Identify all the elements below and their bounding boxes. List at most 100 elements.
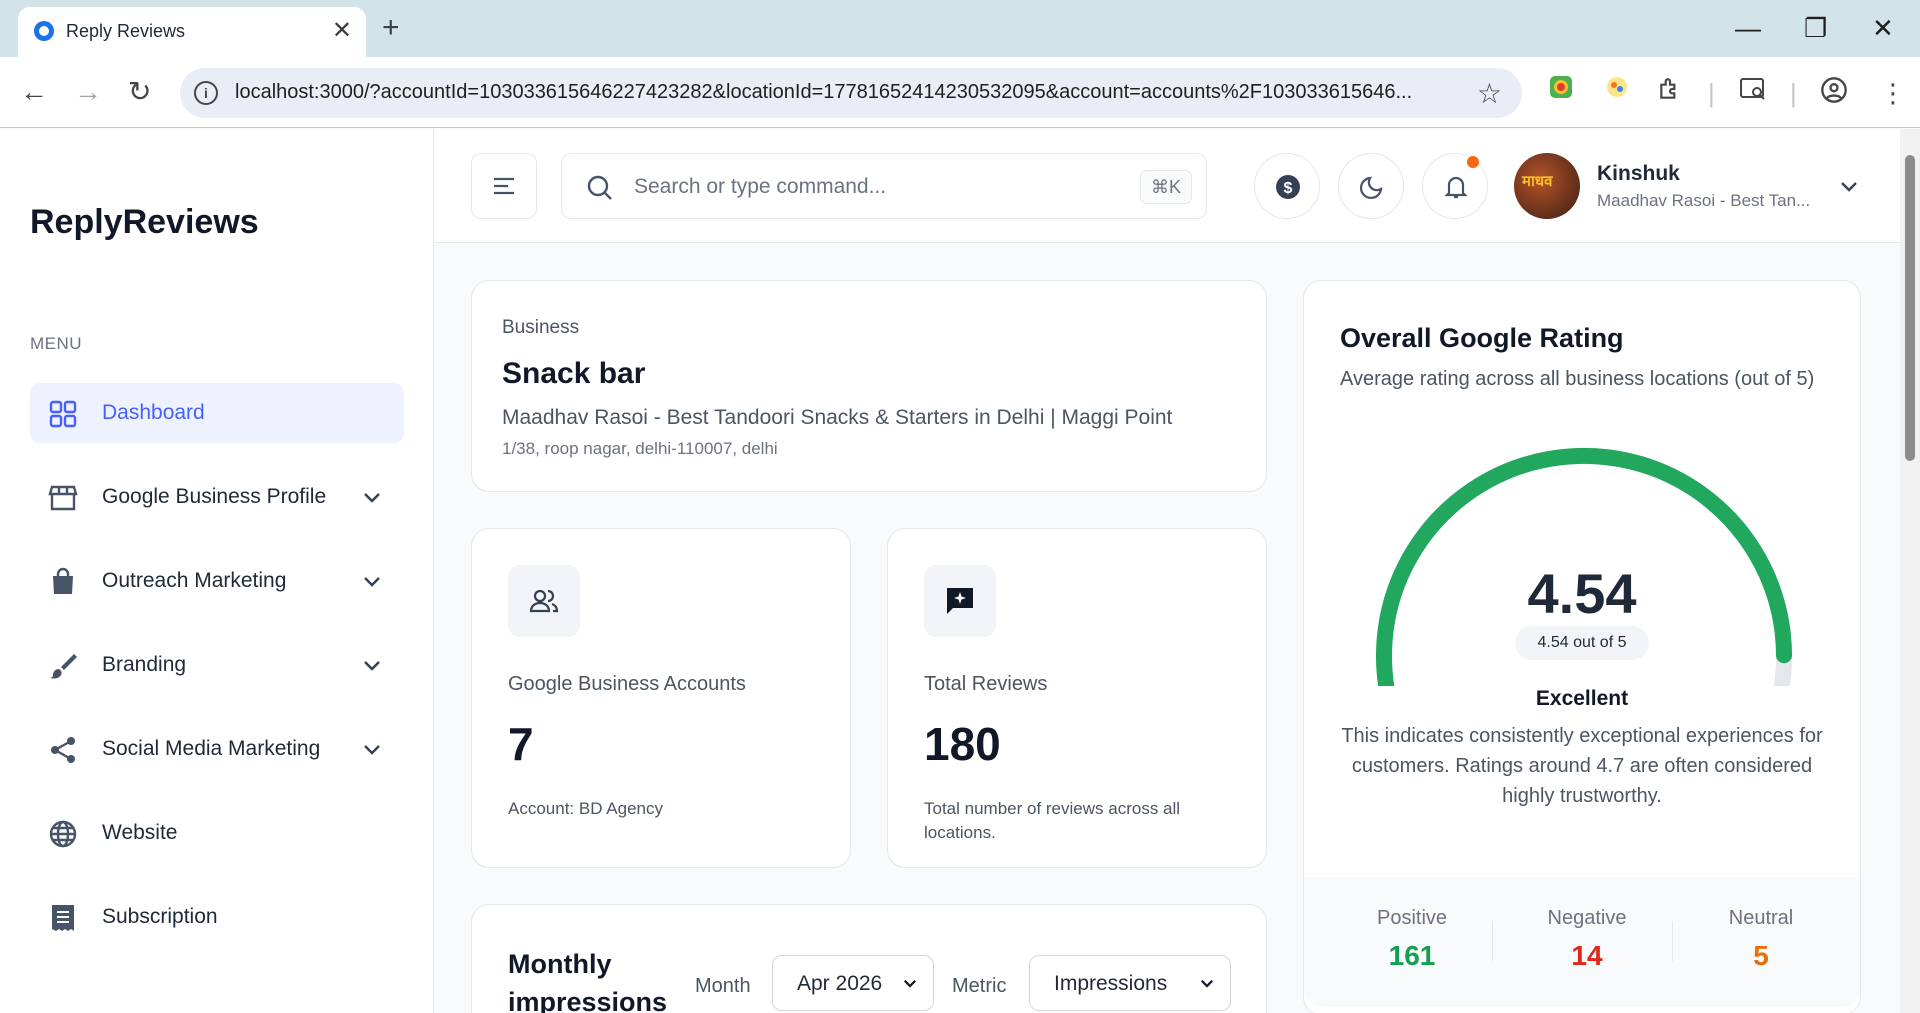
storefront-icon bbox=[48, 485, 78, 511]
extension-icon[interactable] bbox=[1548, 74, 1574, 108]
monthly-impressions-card: Monthly impressions Month Apr 2026 Metri… bbox=[471, 904, 1267, 1013]
stat-value: 7 bbox=[508, 718, 534, 770]
month-select-value: Apr 2026 bbox=[797, 972, 883, 995]
users-icon bbox=[529, 589, 559, 613]
negative-count: 14 bbox=[1571, 940, 1603, 971]
business-name: Maadhav Rasoi - Best Tandoori Snacks & S… bbox=[502, 406, 1173, 429]
business-label: Business bbox=[502, 317, 580, 338]
sidebar-item-label: Subscription bbox=[102, 905, 218, 928]
divider bbox=[1672, 921, 1673, 961]
sentiment-summary: Positive 161 Negative 14 Neutral 5 bbox=[1304, 877, 1860, 1007]
sidebar-item-website[interactable]: Website bbox=[30, 803, 404, 863]
brand-logo[interactable]: ReplyReviews bbox=[30, 203, 259, 242]
shopping-bag-icon bbox=[53, 567, 73, 594]
stat-value: 180 bbox=[924, 718, 1001, 770]
stat-icon-box bbox=[924, 565, 996, 637]
sidebar-item-outreach-marketing[interactable]: Outreach Marketing bbox=[30, 551, 404, 611]
sidebar-item-label: Social Media Marketing bbox=[102, 737, 321, 760]
business-card: Business Snack bar Maadhav Rasoi - Best … bbox=[471, 280, 1267, 492]
sidebar-item-label: Branding bbox=[102, 653, 187, 676]
globe-icon bbox=[49, 820, 77, 848]
url-text[interactable]: localhost:3000/?accountId=10303361564622… bbox=[235, 81, 1455, 104]
month-select[interactable]: Apr 2026 bbox=[772, 955, 934, 1011]
business-type: Snack bar bbox=[502, 357, 646, 390]
neutral-label: Neutral bbox=[1728, 907, 1794, 929]
notification-dot bbox=[1467, 156, 1479, 168]
search-box[interactable]: ⌘K bbox=[561, 153, 1207, 219]
app-header: ⌘K $ माधव Kinshuk Maadhav Rasoi - Best T… bbox=[435, 129, 1900, 243]
back-icon[interactable]: ← bbox=[20, 75, 48, 109]
address-bar[interactable]: i localhost:3000/?accountId=103033615646… bbox=[180, 68, 1522, 118]
dollar-icon: $ bbox=[1276, 175, 1300, 199]
sidebar: ReplyReviews MENU Dashboard Google Busin… bbox=[0, 129, 434, 1013]
chevron-down-icon[interactable] bbox=[1837, 174, 1861, 198]
sidebar-item-label: Outreach Marketing bbox=[102, 569, 287, 592]
sidebar-item-label: Dashboard bbox=[102, 401, 205, 424]
month-label: Month bbox=[695, 975, 751, 997]
chevron-down-icon bbox=[364, 661, 380, 671]
sidebar-item-social-media-marketing[interactable]: Social Media Marketing bbox=[30, 719, 404, 779]
sidebar-item-google-business-profile[interactable]: Google Business Profile bbox=[30, 467, 404, 527]
chevron-down-icon bbox=[364, 493, 380, 503]
metric-select-value: Impressions bbox=[1054, 972, 1168, 995]
avatar[interactable]: माधव bbox=[1514, 153, 1580, 219]
divider bbox=[1492, 921, 1493, 961]
shortcut-hint: ⌘K bbox=[1139, 170, 1192, 204]
browser-menu-icon[interactable]: ⋮ bbox=[1880, 76, 1906, 110]
site-info-icon[interactable]: i bbox=[194, 81, 218, 105]
reload-icon[interactable]: ↻ bbox=[128, 75, 151, 109]
scrollbar-thumb[interactable] bbox=[1905, 155, 1915, 461]
favicon-icon bbox=[34, 21, 54, 41]
metric-select[interactable]: Impressions bbox=[1029, 955, 1231, 1011]
page-scrollbar[interactable] bbox=[1900, 129, 1920, 1013]
profile-icon[interactable] bbox=[1820, 76, 1848, 112]
rating-title: Overall Google Rating bbox=[1340, 323, 1624, 353]
notifications-button[interactable] bbox=[1422, 153, 1488, 219]
rating-description: This indicates consistently exceptional … bbox=[1341, 725, 1823, 807]
browser-toolbar: ← → ↻ i localhost:3000/?accountId=103033… bbox=[0, 57, 1920, 128]
rating-subtitle: Average rating across all business locat… bbox=[1340, 368, 1815, 390]
rating-badge: 4.54 out of 5 bbox=[1515, 626, 1649, 660]
bookmark-star-icon[interactable]: ☆ bbox=[1477, 77, 1502, 110]
restore-icon[interactable]: ❐ bbox=[1804, 10, 1827, 46]
google-accounts-card: Google Business Accounts 7 Account: BD A… bbox=[471, 528, 851, 868]
sidebar-item-subscription[interactable]: Subscription bbox=[30, 887, 404, 947]
stat-sub: Account: BD Agency bbox=[508, 799, 663, 818]
forward-icon[interactable]: → bbox=[74, 75, 102, 109]
new-tab-icon[interactable]: + bbox=[382, 10, 400, 46]
overall-rating-card: Overall Google Rating Average rating acr… bbox=[1303, 280, 1861, 1013]
chevron-down-icon bbox=[364, 745, 380, 755]
grid-icon bbox=[49, 400, 77, 428]
positive-label: Positive bbox=[1376, 907, 1448, 929]
rating-verdict: Excellent bbox=[1535, 687, 1629, 710]
minimize-icon[interactable]: — bbox=[1735, 10, 1761, 46]
neutral-count: 5 bbox=[1753, 940, 1769, 971]
search-icon bbox=[587, 175, 612, 200]
share-icon bbox=[51, 737, 75, 763]
sidebar-item-label: Website bbox=[102, 821, 178, 844]
tab-search-icon[interactable] bbox=[1739, 76, 1767, 110]
chevron-down-icon bbox=[1200, 979, 1214, 988]
puzzle-icon[interactable] bbox=[1657, 76, 1683, 110]
svg-text:$: $ bbox=[1284, 180, 1293, 197]
close-tab-icon[interactable]: ✕ bbox=[332, 16, 352, 46]
menu-toggle-button[interactable] bbox=[471, 153, 537, 219]
extension-icon[interactable] bbox=[1604, 74, 1630, 108]
browser-tab[interactable]: Reply Reviews ✕ bbox=[18, 7, 366, 57]
sidebar-item-branding[interactable]: Branding bbox=[30, 635, 404, 695]
positive-count: 161 bbox=[1388, 940, 1436, 971]
sidebar-item-dashboard[interactable]: Dashboard bbox=[30, 383, 404, 443]
review-chat-icon bbox=[947, 588, 973, 614]
theme-toggle-button[interactable] bbox=[1338, 153, 1404, 219]
user-location: Maadhav Rasoi - Best Tan... bbox=[1597, 191, 1811, 210]
close-window-icon[interactable]: ✕ bbox=[1872, 10, 1894, 46]
negative-stat: Negative 14 bbox=[1517, 907, 1657, 972]
stat-label: Google Business Accounts bbox=[508, 673, 746, 695]
user-name[interactable]: Kinshuk bbox=[1597, 162, 1680, 186]
billing-button[interactable]: $ bbox=[1254, 153, 1320, 219]
sidebar-item-label: Google Business Profile bbox=[102, 485, 327, 508]
search-input[interactable] bbox=[634, 172, 1114, 202]
brush-icon bbox=[50, 654, 77, 679]
total-reviews-card: Total Reviews 180 Total number of review… bbox=[887, 528, 1267, 868]
monthly-title: Monthly impressions bbox=[508, 949, 668, 1013]
